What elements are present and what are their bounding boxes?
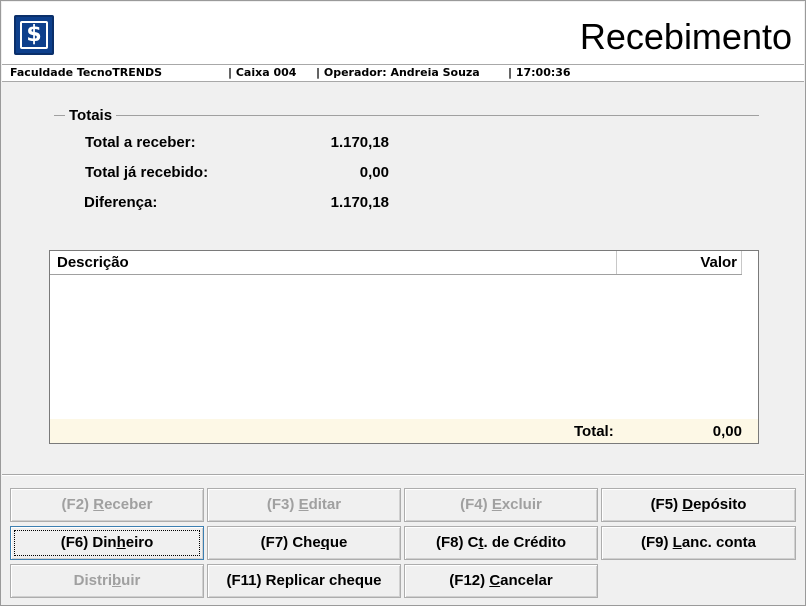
company-name: Faculdade TecnoTRENDS [10,66,163,79]
operator-label: | Operador: Andreia Souza [316,66,480,79]
column-header-descricao[interactable]: Descrição [50,251,617,274]
time-label: | 17:00:36 [508,66,571,79]
caixa-label: | Caixa 004 [228,66,297,79]
column-header-valor[interactable]: Valor [617,251,742,274]
totals-group-line [54,115,759,116]
lanc-conta-button[interactable]: (F9) Lanc. conta [601,526,796,560]
total-ja-recebido-value: 0,00 [359,164,389,181]
diferenca-value: 1.170,18 [330,194,389,211]
dollar-sign-icon: $ [20,21,48,49]
recebimento-window: $ Recebimento Faculdade TecnoTRENDS | Ca… [0,0,806,606]
deposito-button[interactable]: (F5) Depósito [601,488,796,522]
totals-group-title: Totais [65,107,117,124]
replicar-cheque-button[interactable]: (F11) Replicar cheque [207,564,401,598]
header: $ Recebimento [2,2,804,64]
grid-header: Descrição Valor [50,251,742,275]
receber-button[interactable]: (F2) Receber [10,488,204,522]
info-bar: Faculdade TecnoTRENDS | Caixa 004 | Oper… [2,64,804,82]
grid-total-label: Total: [574,423,614,440]
cancelar-button[interactable]: (F12) Cancelar [404,564,598,598]
editar-button[interactable]: (F3) Editar [207,488,401,522]
total-a-receber-value: 1.170,18 [330,134,389,151]
payments-grid[interactable]: Descrição Valor Total: 0,00 [49,250,759,444]
dinheiro-button[interactable]: (F6) Dinheiro [10,526,204,560]
total-a-receber-label: Total a receber: [85,134,196,151]
total-ja-recebido-label: Total já recebido: [85,164,209,181]
grid-total-value: 0,00 [712,423,742,440]
diferenca-label: Diferença: [84,194,158,211]
button-separator-highlight [2,475,804,476]
excluir-button[interactable]: (F4) Excluir [404,488,598,522]
cartao-credito-button[interactable]: (F8) Ct. de Crédito [404,526,598,560]
distribuir-button[interactable]: Distribuir [10,564,204,598]
window-title: Recebimento [579,16,792,57]
dollar-logo-icon: $ [14,15,54,55]
grid-footer: Total: 0,00 [50,419,758,443]
cheque-button[interactable]: (F7) Cheque [207,526,401,560]
